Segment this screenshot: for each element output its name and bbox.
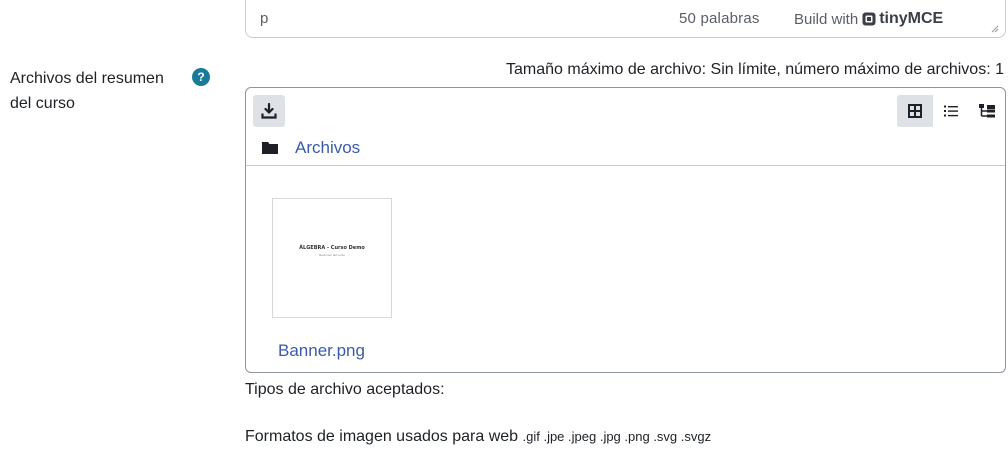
download-all-button[interactable]: [253, 95, 285, 127]
editor-status-bar: p 50 palabras Build with tinyMCE: [245, 0, 1006, 38]
file-name-link[interactable]: Banner.png: [278, 341, 365, 361]
file-manager-toolbar: [246, 88, 1005, 130]
tree-view-button[interactable]: [969, 95, 1005, 127]
file-thumbnail[interactable]: ÁLGEBRA - Curso Demo Resumen del curso: [272, 198, 392, 318]
formats-label: Formatos de imagen usados para web: [245, 428, 519, 445]
breadcrumb-files[interactable]: Archivos: [295, 138, 360, 158]
build-with-text: Build with: [794, 10, 859, 28]
icon-view-button[interactable]: [897, 95, 933, 127]
element-path[interactable]: p: [260, 10, 268, 27]
file-item[interactable]: ÁLGEBRA - Curso Demo Resumen del curso: [272, 198, 392, 318]
accepted-formats: Formatos de imagen usados para web .gif …: [245, 428, 711, 446]
word-count[interactable]: 50 palabras: [679, 10, 760, 27]
tinymce-logo[interactable]: tinyMCE: [862, 10, 943, 28]
download-icon: [261, 103, 277, 119]
folder-tree-icon: [979, 104, 995, 118]
thumbnail-subtitle: Resumen del curso: [319, 253, 345, 257]
grid-icon: [908, 104, 922, 118]
brand-name: tinyMCE: [879, 10, 944, 27]
resize-handle-icon[interactable]: [989, 23, 999, 33]
file-manager-path: Archivos: [246, 130, 1005, 166]
max-file-size-info: Tamaño máximo de archivo: Sin límite, nú…: [506, 61, 1004, 78]
thumbnail-title: ÁLGEBRA - Curso Demo: [299, 245, 365, 251]
branding[interactable]: Build with tinyMCE: [794, 10, 943, 28]
list-view-button[interactable]: [933, 95, 969, 127]
field-label: Archivos del resumen del curso: [10, 70, 164, 112]
list-icon: [944, 105, 958, 117]
folder-icon: [262, 142, 278, 154]
help-icon[interactable]: ?: [192, 68, 210, 86]
accepted-types-label: Tipos de archivo aceptados:: [245, 381, 445, 398]
tinymce-icon: [862, 12, 876, 26]
view-mode-group: [897, 95, 1005, 127]
formats-extensions: .gif .jpe .jpeg .jpg .png .svg .svgz: [522, 429, 712, 444]
file-manager: Archivos ÁLGEBRA - Curso Demo Resumen de…: [245, 87, 1006, 373]
